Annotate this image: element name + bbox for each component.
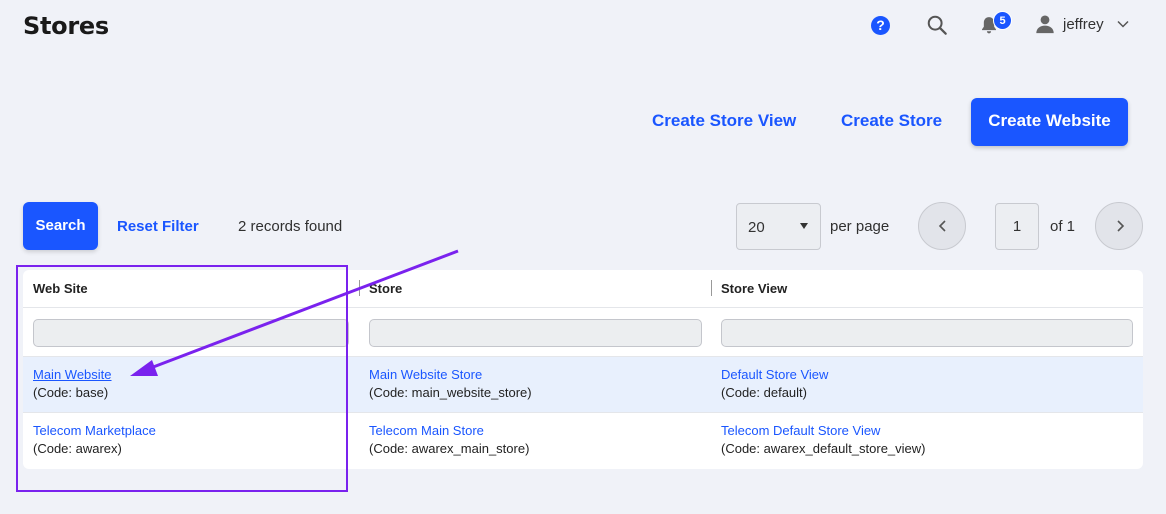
total-pages-label: of 1: [1050, 218, 1076, 235]
per-page-select[interactable]: 20: [736, 203, 821, 250]
chevron-left-icon: [938, 220, 946, 232]
help-icon[interactable]: ?: [871, 16, 890, 35]
user-name: jeffrey: [1063, 15, 1104, 33]
store-view-link[interactable]: Default Store View: [721, 367, 828, 382]
user-icon: [1036, 15, 1054, 34]
records-found-count: 2 records found: [238, 218, 343, 235]
next-page-button[interactable]: [1095, 202, 1143, 250]
column-header-store-view[interactable]: Store View: [721, 281, 787, 296]
store-link[interactable]: Main Website Store: [369, 367, 532, 382]
annotation-highlight-box: [16, 265, 348, 492]
per-page-label: per page: [830, 218, 890, 235]
create-website-button[interactable]: Create Website: [971, 98, 1128, 146]
store-view-filter-input[interactable]: [721, 319, 1133, 347]
per-page-value: 20: [748, 219, 765, 236]
column-divider: [711, 280, 712, 296]
caret-down-icon: [800, 223, 808, 229]
store-view-link[interactable]: Telecom Default Store View: [721, 423, 926, 438]
chevron-down-icon: [1117, 20, 1129, 28]
chevron-right-icon: [1117, 220, 1125, 232]
store-code: (Code: main_website_store): [369, 385, 532, 400]
store-filter-input[interactable]: [369, 319, 702, 347]
store-link[interactable]: Telecom Main Store: [369, 423, 529, 438]
store-code: (Code: awarex_main_store): [369, 441, 530, 456]
user-menu[interactable]: jeffrey: [1034, 12, 1130, 36]
notification-badge: 5: [993, 11, 1012, 30]
previous-page-button[interactable]: [918, 202, 966, 250]
column-header-store[interactable]: Store: [369, 281, 402, 296]
store-view-code: (Code: default): [721, 385, 807, 400]
column-divider: [359, 280, 360, 296]
create-store-button[interactable]: Create Store: [841, 111, 942, 131]
reset-filter-button[interactable]: Reset Filter: [117, 218, 199, 235]
store-view-code: (Code: awarex_default_store_view): [721, 441, 926, 456]
search-button[interactable]: Search: [23, 202, 98, 250]
current-page-input[interactable]: 1: [995, 203, 1039, 250]
create-store-view-button[interactable]: Create Store View: [652, 111, 796, 131]
page-title: Stores: [23, 12, 109, 40]
search-icon[interactable]: [926, 14, 948, 36]
